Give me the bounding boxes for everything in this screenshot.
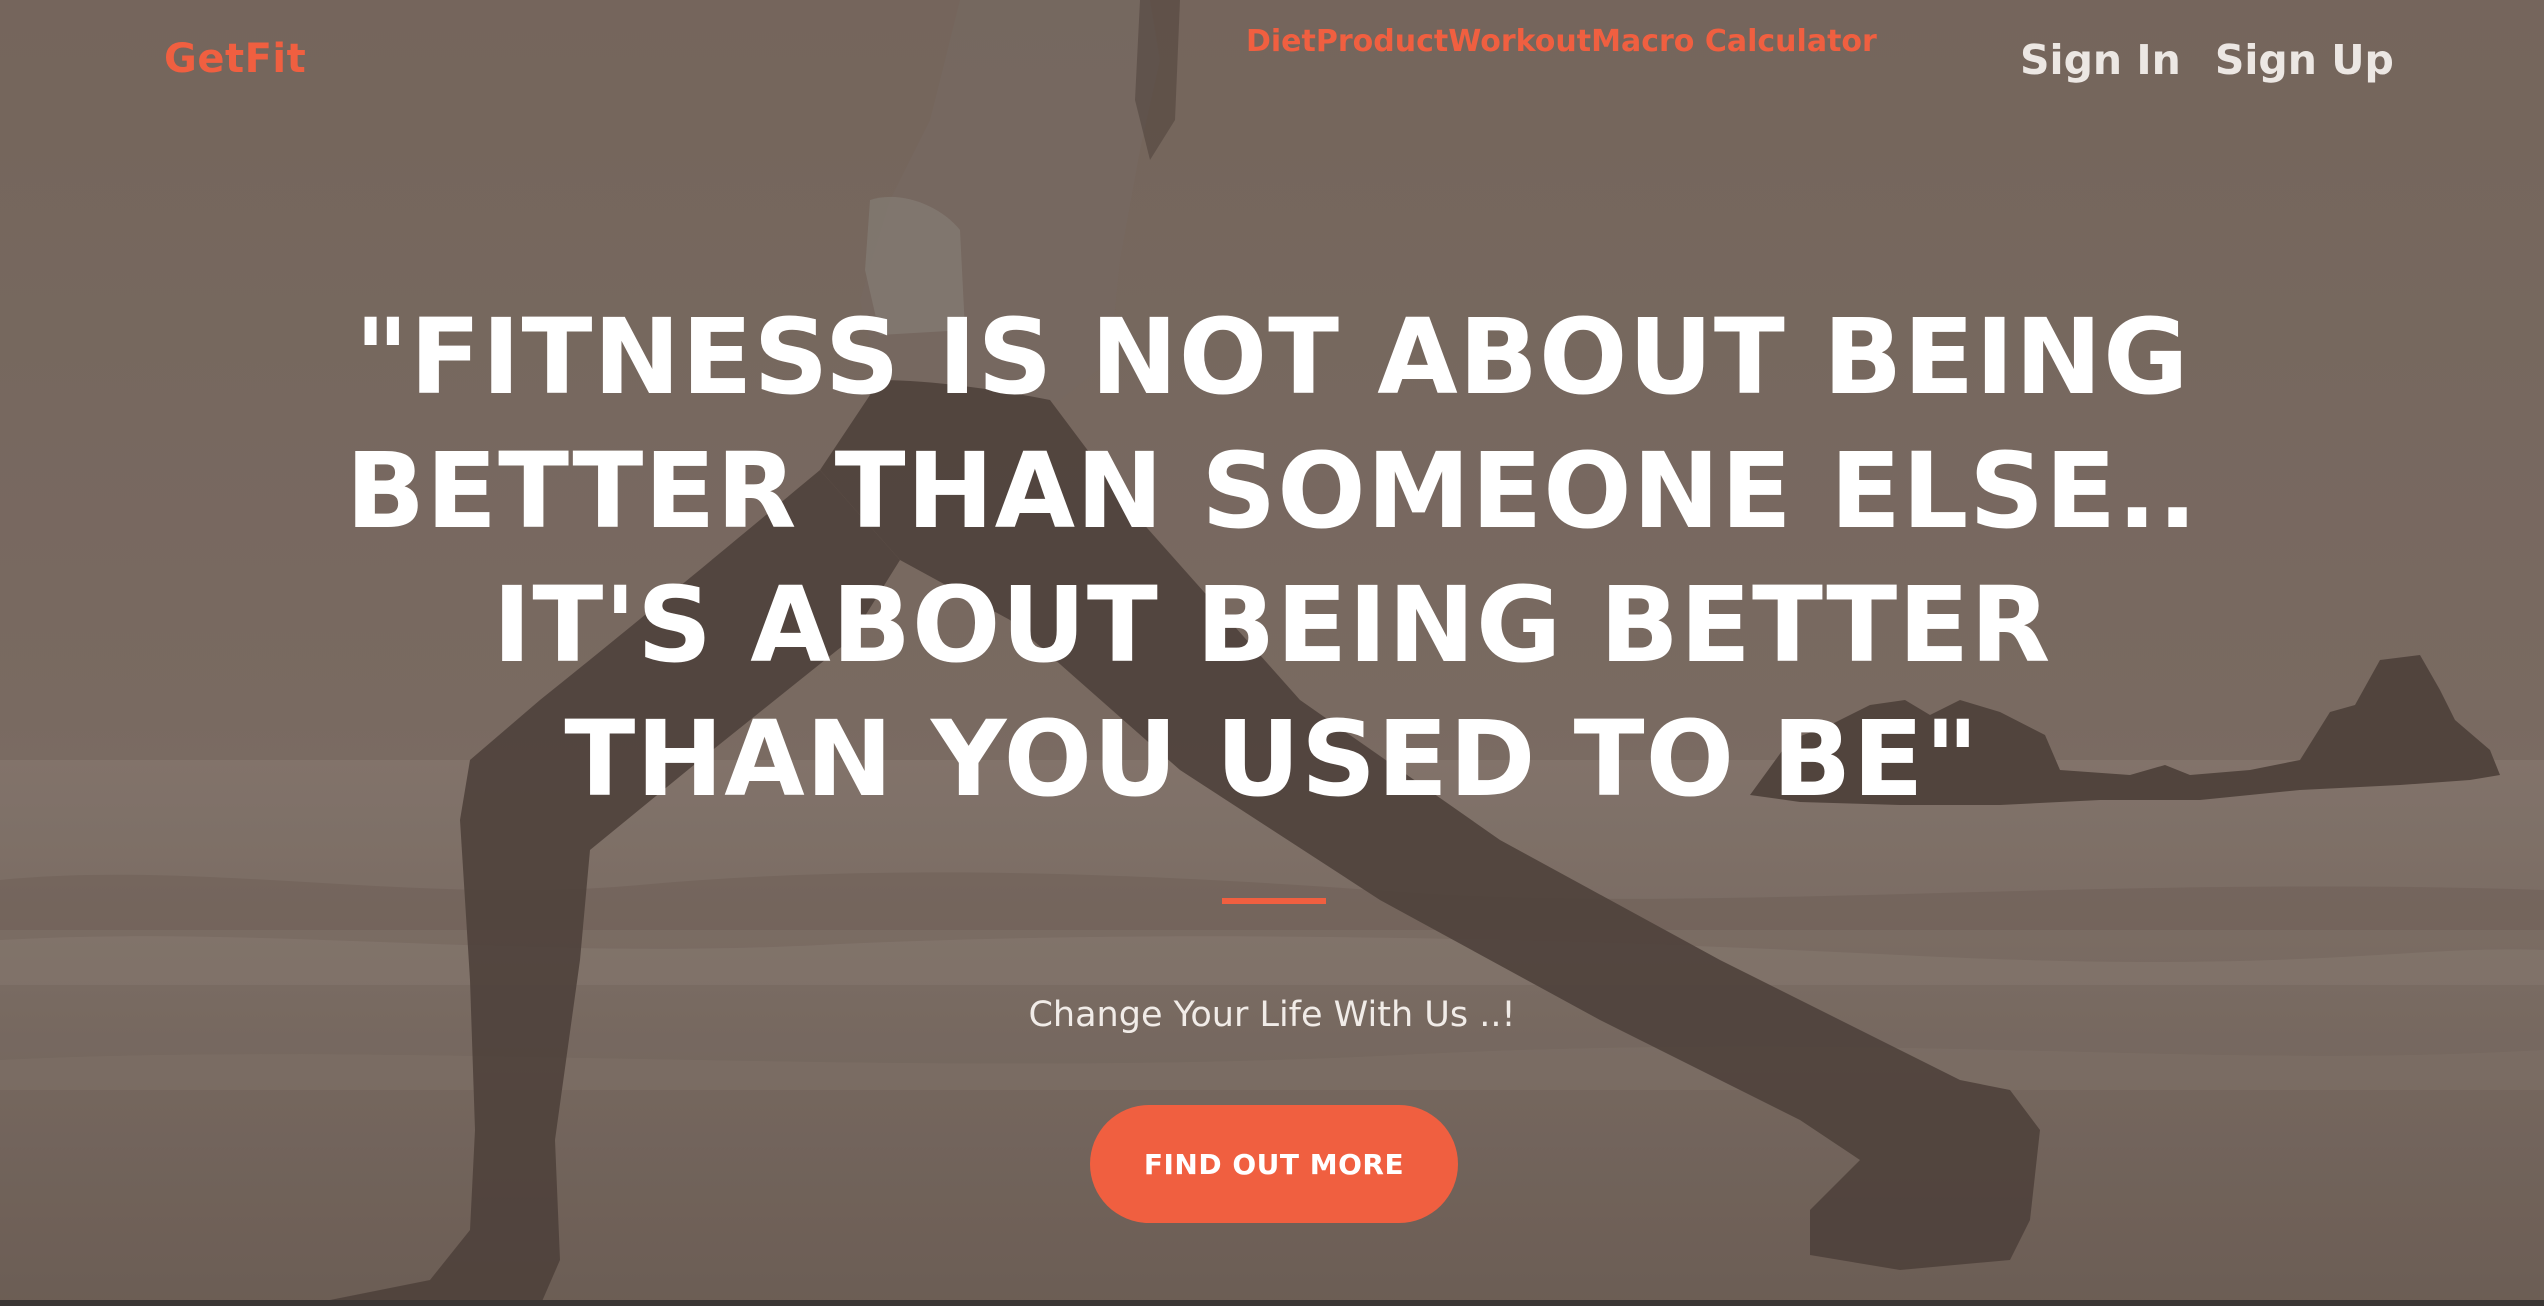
nav-item-macro-calculator: Macro Calculator xyxy=(1591,24,1877,59)
find-out-more-button[interactable]: FIND OUT MORE xyxy=(1090,1105,1458,1223)
hero-quote-line: "FITNESS IS NOT ABOUT BEING xyxy=(354,296,2190,418)
hero-quote-line: THAN YOU USED TO BE" xyxy=(564,698,1980,820)
nav-item-diet: Diet xyxy=(1246,24,1316,59)
auth-links: Sign In Sign Up xyxy=(2020,36,2394,84)
hero-divider xyxy=(1222,898,1326,904)
bottom-edge xyxy=(0,1300,2544,1306)
hero-subtitle: Change Your Life With Us ..! xyxy=(1028,995,1516,1035)
hero-quote-line: IT'S ABOUT BEING BETTER xyxy=(492,564,2052,686)
landing-page: GetFit Diet Product Workout Macro Calcul… xyxy=(0,0,2544,1306)
brand-logo-link[interactable]: GetFit xyxy=(164,36,306,82)
nav-link-workout[interactable]: Workout xyxy=(1448,24,1591,59)
hero-quote-line: BETTER THAN SOMEONE ELSE.. xyxy=(345,430,2199,552)
nav-link-product[interactable]: Product xyxy=(1316,24,1448,59)
sign-in-link[interactable]: Sign In xyxy=(2020,36,2181,84)
nav-link-macro-calculator[interactable]: Macro Calculator xyxy=(1591,24,1877,59)
nav-link-diet[interactable]: Diet xyxy=(1246,24,1316,59)
nav-item-product: Product xyxy=(1316,24,1448,59)
sign-up-link[interactable]: Sign Up xyxy=(2215,36,2394,84)
nav-item-workout: Workout xyxy=(1448,24,1591,59)
hero-quote: "FITNESS IS NOT ABOUT BEING BETTER THAN … xyxy=(322,290,2222,826)
main-nav: Diet Product Workout Macro Calculator xyxy=(1246,24,1877,59)
